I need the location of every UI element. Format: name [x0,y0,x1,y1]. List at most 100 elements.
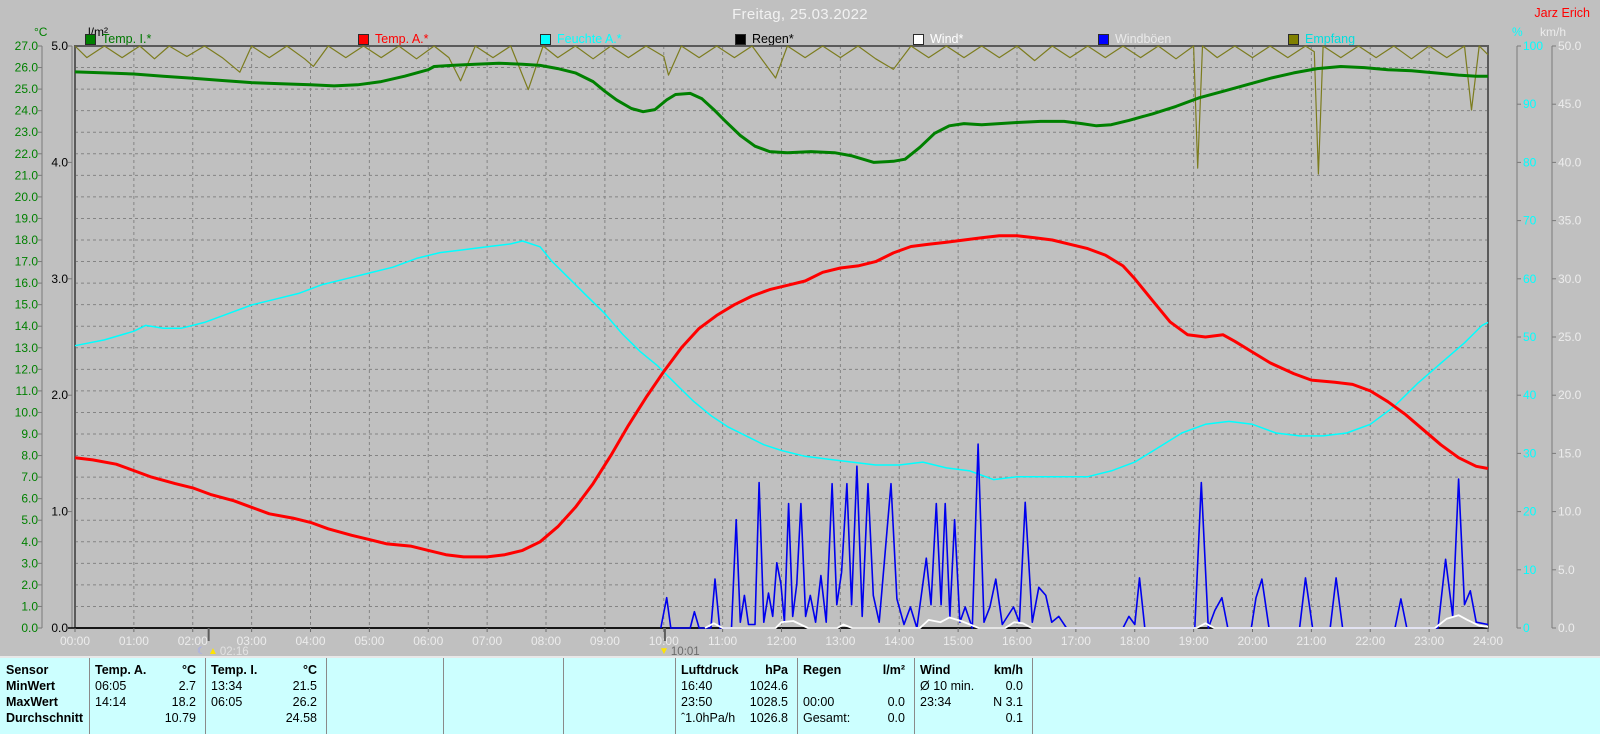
wind_kmh-tick-label: 25.0 [1558,330,1582,344]
cell-value: 21.5 [292,679,317,693]
table-cell: 23:34 N 3.1 [914,694,1032,710]
humidity_pct-tick-label: 50 [1523,330,1537,344]
table-cell [443,710,563,726]
cell-value: hPa [765,663,788,677]
hour-tick-label: 17:00 [1061,634,1091,648]
table-column-header [443,662,563,678]
hour-tick-label: 05:00 [354,634,384,648]
temp_c-tick-label: 22.0 [15,147,39,161]
temp_c-tick-label: 20.0 [15,190,39,204]
humidity_pct-tick-label: 80 [1523,155,1537,169]
wind_kmh-tick-label: 45.0 [1558,97,1582,111]
wind_kmh-tick-label: 0.0 [1558,621,1575,635]
temp_c-tick-label: 13.0 [15,341,39,355]
table-cell: ˆ1.0hPa/h 1026.8 [675,710,797,726]
cell-value: °C [181,663,196,677]
cell-value: km/h [993,663,1023,677]
cell-time: 06:05 [95,679,127,693]
table-divider [675,658,676,734]
hour-tick-label: 18:00 [1120,634,1150,648]
cell-value: 10.79 [164,711,196,725]
temp_c-tick-label: 0.0 [21,621,38,635]
table-cell: 23:50 1028.5 [675,694,797,710]
table-cell: 06:05 2.7 [89,678,205,694]
hour-tick-label: 23:00 [1414,634,1444,648]
wind_kmh-tick-label: 50.0 [1558,39,1582,53]
cell-value: 18.2 [171,695,196,709]
wind_kmh-tick-label: 10.0 [1558,505,1582,519]
table-cell [326,678,443,694]
table-cell [563,678,675,694]
cell-time: Regen [803,663,842,677]
hour-tick-label: 07:00 [472,634,502,648]
temp_c-tick-label: 11.0 [16,384,39,398]
temp_c-tick-label: 9.0 [21,427,38,441]
hour-tick-label: 22:00 [1355,634,1385,648]
weather-app-window: { "window": { "title": "Freitag, 25.03.2… [0,0,1600,734]
table-divider [1032,658,1033,734]
hour-tick-label: 19:00 [1179,634,1209,648]
table-cell: 00:00 0.0 [797,694,914,710]
humidity_pct-tick-label: 40 [1523,388,1537,402]
temp_c-tick-label: 17.0 [15,255,39,269]
chart-plot-area[interactable]: 27.0 26.0 25.0 24.0 23.0 22.0 21.0 20.0 19.0 18.0… [0,0,1600,656]
table-row: Durchschnitt 10.79 24.58 ˆ1.0hPa/h 1026.8 Ges… [0,710,1600,726]
temp_c-tick-label: 25.0 [15,82,39,96]
table-divider [326,658,327,734]
cell-value: °C [302,663,317,677]
hour-tick-label: 01:00 [119,634,149,648]
table-column-header: Temp. A. °C [89,662,205,678]
table-cell: 16:40 1024.6 [675,678,797,694]
humidity_pct-tick-label: 70 [1523,214,1537,228]
cell-time: Gesamt: [803,711,851,725]
humidity_pct-tick-label: 20 [1523,505,1537,519]
rain_lm2-tick-label: 4.0 [51,155,68,169]
cell-value: 0.0 [1005,679,1023,693]
table-cell: 10.79 [89,710,205,726]
cell-time: 00:00 [803,695,835,709]
table-cell: 0.1 [914,710,1032,726]
table-cell [563,694,675,710]
table-cell [326,710,443,726]
humidity_pct-tick-label: 30 [1523,446,1537,460]
temp_c-tick-label: 5.0 [21,513,38,527]
table-cell [443,694,563,710]
temp_c-tick-label: 27.0 [15,39,39,53]
series-line-windb-en [660,443,1489,629]
cell-value: l/m² [882,663,905,677]
table-cell [563,710,675,726]
cell-time: Ø 10 min. [920,679,975,693]
hour-tick-label: 24:00 [1473,634,1503,648]
rain_lm2-tick-label: 1.0 [51,505,68,519]
temp_c-tick-label: 1.0 [21,599,38,613]
row-header: Sensor [6,663,49,677]
table-column-header: Wind km/h [914,662,1032,678]
cell-value: 26.2 [292,695,317,709]
cell-time: Wind [920,663,951,677]
cell-value: 1024.6 [749,679,788,693]
hour-tick-label: 00:00 [60,634,90,648]
table-divider [89,658,90,734]
hour-tick-label: 06:00 [413,634,443,648]
table-cell: 14:14 18.2 [89,694,205,710]
cell-time: Temp. I. [211,663,258,677]
table-cell: Ø 10 min. 0.0 [914,678,1032,694]
row-header: MaxWert [6,695,58,709]
table-header-row: Sensor Temp. A. °C Temp. I. °C Luftdruck hPa Re… [0,662,1600,678]
rain_lm2-tick-label: 5.0 [51,39,68,53]
table-column-header: Luftdruck hPa [675,662,797,678]
wind_kmh-tick-label: 40.0 [1558,155,1582,169]
table-column-header: Temp. I. °C [205,662,326,678]
temp_c-tick-label: 15.0 [15,298,39,312]
table-cell [443,678,563,694]
temp_c-tick-label: 4.0 [21,535,38,549]
hour-tick-label: 08:00 [531,634,561,648]
cell-time: ˆ1.0hPa/h [681,711,736,725]
cell-time: 06:05 [211,695,243,709]
table-divider [205,658,206,734]
temp_c-tick-label: 14.0 [15,319,39,333]
humidity_pct-tick-label: 60 [1523,272,1537,286]
hour-tick-label: 21:00 [1296,634,1326,648]
table-cell [797,678,914,694]
row-header: Durchschnitt [6,711,84,725]
